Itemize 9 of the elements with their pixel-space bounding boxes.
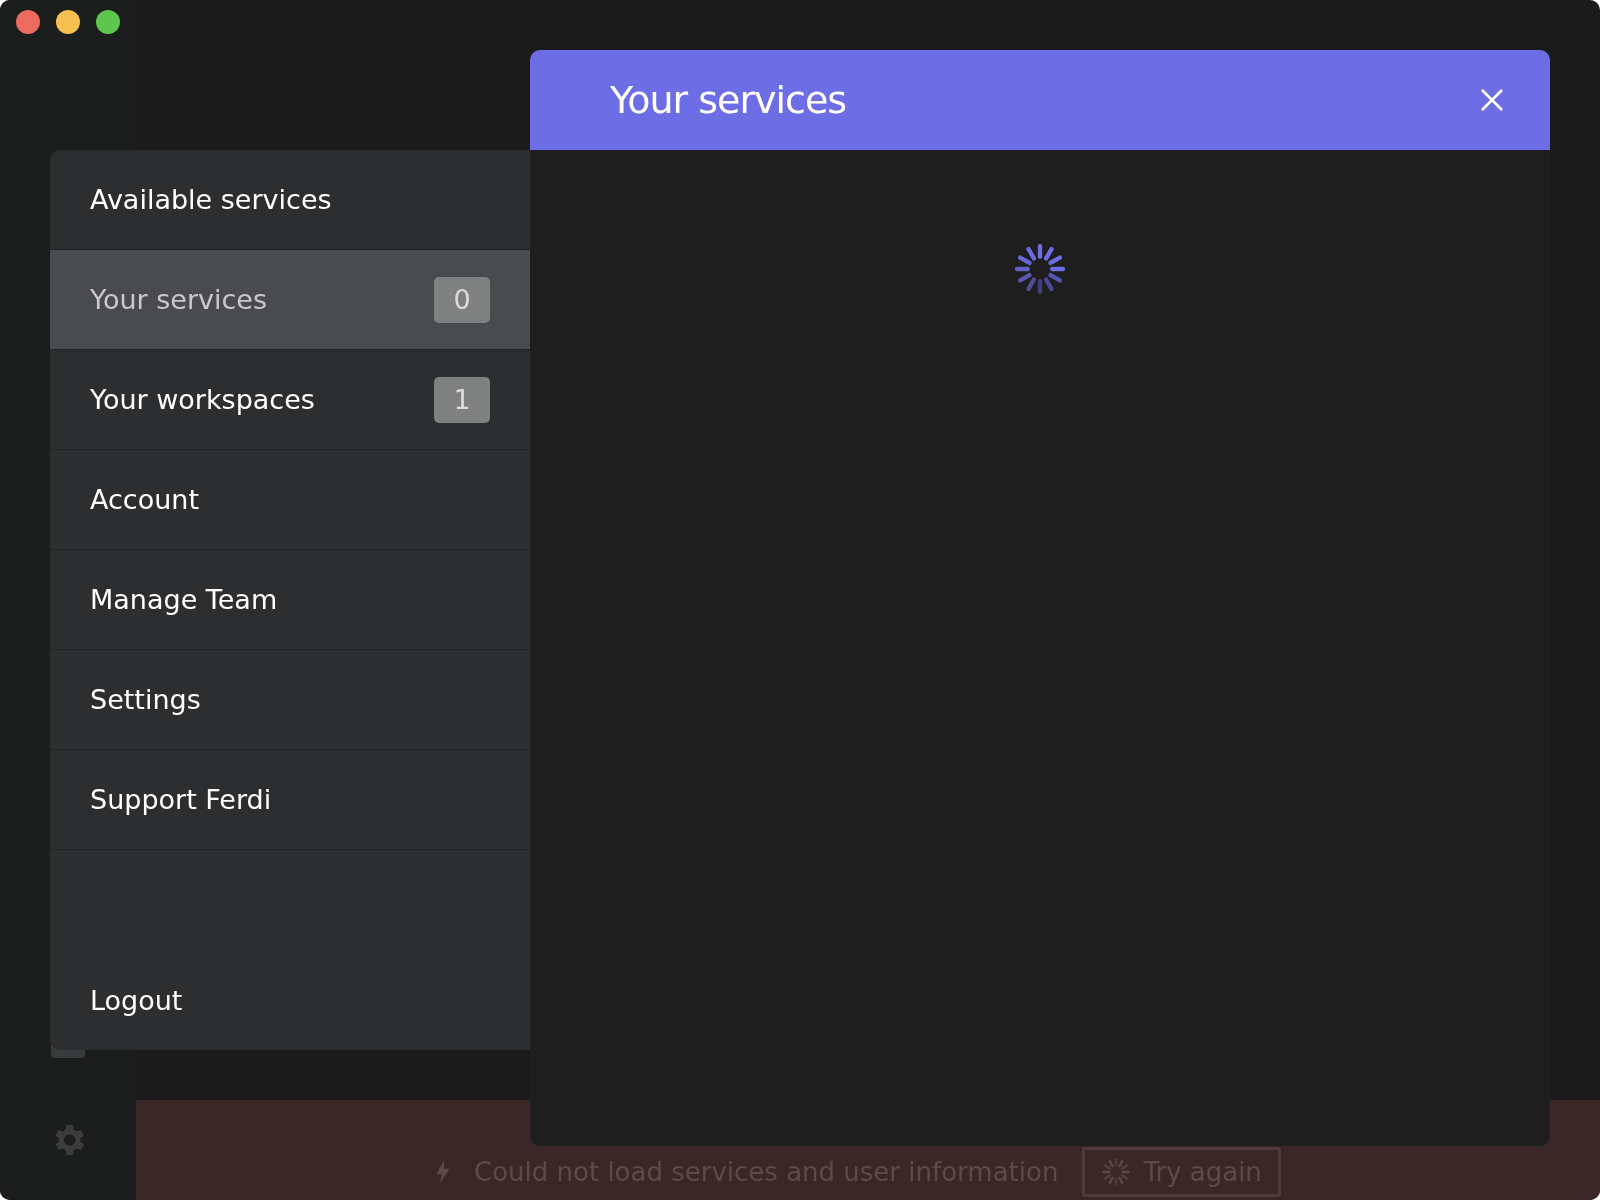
spinner-icon <box>1101 1157 1132 1187</box>
modal-title: Your services <box>610 78 847 122</box>
menu-item[interactable]: Your workspaces 1 <box>50 350 530 450</box>
logout-item[interactable]: Logout <box>50 951 530 1050</box>
lightning-icon <box>436 1160 450 1184</box>
close-icon[interactable] <box>1480 88 1504 112</box>
menu-item[interactable]: Your services 0 <box>50 250 530 350</box>
count-badge: 0 <box>434 276 490 323</box>
count-badge: 1 <box>434 376 490 423</box>
